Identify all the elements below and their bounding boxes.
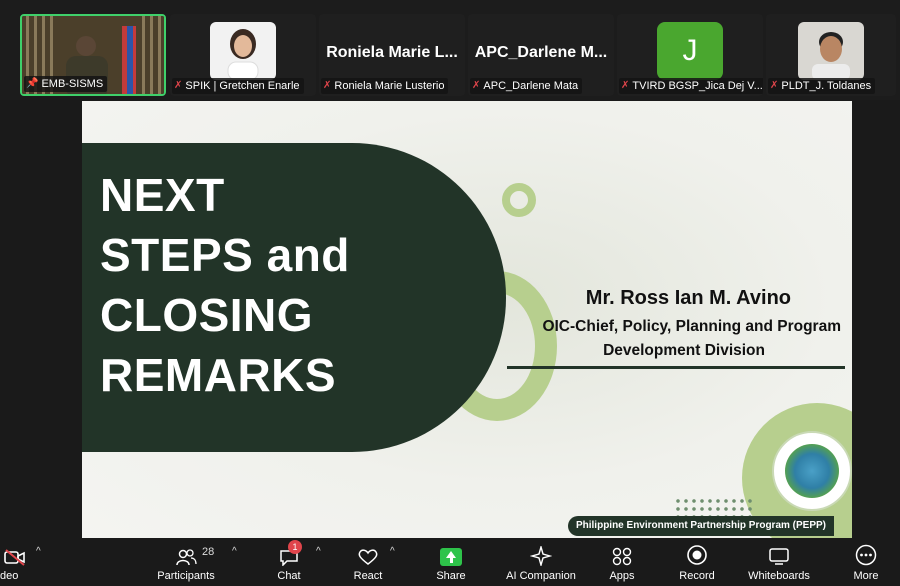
divider-line (507, 366, 845, 369)
mic-muted-icon: ✗ (621, 80, 630, 91)
mic-muted-icon: ✗ (770, 80, 779, 91)
slide-footer: Philippine Environment Partnership Progr… (568, 516, 834, 536)
participant-big-name: APC_Darlene M... (474, 44, 608, 61)
participant-avatar (210, 22, 276, 80)
mic-muted-icon: ✗ (323, 80, 332, 91)
participant-name-bar: ✗ Roniela Marie Lusterio (321, 78, 449, 94)
participant-tile-pldt[interactable]: ✗ PLDT_J. Toldanes (766, 14, 896, 96)
decorative-dots (674, 497, 754, 517)
video-options-caret[interactable]: ^ (36, 546, 41, 557)
participant-name: EMB-SISMS (41, 78, 104, 90)
pin-icon: 📌 (26, 78, 39, 89)
participant-name: Roniela Marie Lusterio (334, 80, 445, 92)
share-button[interactable]: Share (430, 538, 472, 586)
whiteboards-button[interactable]: Whiteboards (744, 538, 814, 586)
more-icon (846, 538, 886, 566)
ai-companion-label: AI Companion (506, 570, 576, 582)
slide-title: NEXT STEPS and CLOSING REMARKS (100, 165, 350, 405)
participants-count: 28 (202, 546, 215, 558)
participant-name-bar: ✗ SPIK | Gretchen Enarle (172, 78, 304, 94)
record-label: Record (679, 570, 715, 582)
participant-name-bar: ✗ APC_Darlene Mata (470, 78, 583, 94)
participant-tile-gretchen[interactable]: ✗ SPIK | Gretchen Enarle (170, 14, 316, 96)
mic-muted-icon: ✗ (472, 80, 481, 91)
slide-title-line: NEXT (100, 169, 225, 221)
slide-title-line: STEPS and (100, 229, 350, 281)
participants-options-caret[interactable]: ^ (232, 546, 237, 557)
participant-avatar-letter: J (657, 22, 723, 80)
participant-name-bar: ✗ PLDT_J. Toldanes (768, 78, 876, 94)
video-off-icon (0, 538, 30, 566)
slide-title-line: REMARKS (100, 349, 337, 401)
participant-name-bar: 📌 EMB-SISMS (24, 76, 108, 92)
participant-name: SPIK | Gretchen Enarle (185, 80, 300, 92)
heart-icon (346, 538, 390, 566)
record-icon (674, 538, 720, 566)
participant-strip: 📌 EMB-SISMS ✗ SPIK | Gretchen Enarle Ron… (0, 0, 900, 100)
share-screen-icon (430, 538, 472, 566)
participant-name: PLDT_J. Toldanes (781, 80, 872, 92)
meeting-toolbar: deo ^ Participants 28 ^ 1 Chat ^ React ^… (0, 538, 900, 586)
participant-tile-roniela[interactable]: Roniela Marie L... ✗ Roniela Marie Luste… (319, 14, 465, 96)
record-button[interactable]: Record (674, 538, 720, 586)
chat-badge: 1 (288, 540, 302, 554)
speaker-role: Development Division (603, 342, 765, 359)
more-button[interactable]: More (846, 538, 886, 586)
whiteboards-label: Whiteboards (748, 570, 810, 582)
participant-tile-tvird[interactable]: J ✗ TVIRD BGSP_Jica Dej V... (617, 14, 763, 96)
more-label: More (853, 570, 879, 582)
participant-big-name: Roniela Marie L... (326, 44, 458, 61)
participant-tile-emb-sisms[interactable]: 📌 EMB-SISMS (20, 14, 166, 96)
speaker-name: Mr. Ross Ian M. Avino (585, 287, 791, 309)
mic-muted-icon: ✗ (174, 80, 183, 91)
apps-button[interactable]: Apps (600, 538, 644, 586)
video-button[interactable]: deo (0, 538, 30, 586)
pepp-logo (772, 431, 852, 511)
share-label: Share (436, 570, 466, 582)
participant-avatar (798, 22, 864, 80)
react-label: React (353, 570, 383, 582)
video-label: deo (0, 570, 19, 582)
participant-tile-darlene[interactable]: APC_Darlene M... ✗ APC_Darlene Mata (468, 14, 614, 96)
chat-label: Chat (277, 570, 301, 582)
apps-label: Apps (609, 570, 635, 582)
sparkle-icon (500, 538, 582, 566)
participants-label: Participants (157, 570, 215, 582)
slide-title-line: CLOSING (100, 289, 314, 341)
shared-screen-slide: NEXT STEPS and CLOSING REMARKS Mr. Ross … (82, 101, 852, 539)
react-options-caret[interactable]: ^ (390, 546, 395, 557)
chat-options-caret[interactable]: ^ (316, 546, 321, 557)
participant-name: TVIRD BGSP_Jica Dej V... (632, 80, 763, 92)
participant-name-bar: ✗ TVIRD BGSP_Jica Dej V... (619, 78, 763, 94)
speaker-block: Mr. Ross Ian M. Avino OIC-Chief, Policy,… (502, 287, 847, 360)
decorative-ring-small (502, 183, 536, 217)
participant-name: APC_Darlene Mata (483, 80, 579, 92)
apps-icon (600, 538, 644, 566)
ai-companion-button[interactable]: AI Companion (500, 538, 582, 586)
react-button[interactable]: React (346, 538, 390, 586)
chat-button[interactable]: 1 Chat (268, 538, 310, 586)
speaker-role: OIC-Chief, Policy, Planning and Program (542, 318, 841, 335)
whiteboard-icon (744, 538, 814, 566)
